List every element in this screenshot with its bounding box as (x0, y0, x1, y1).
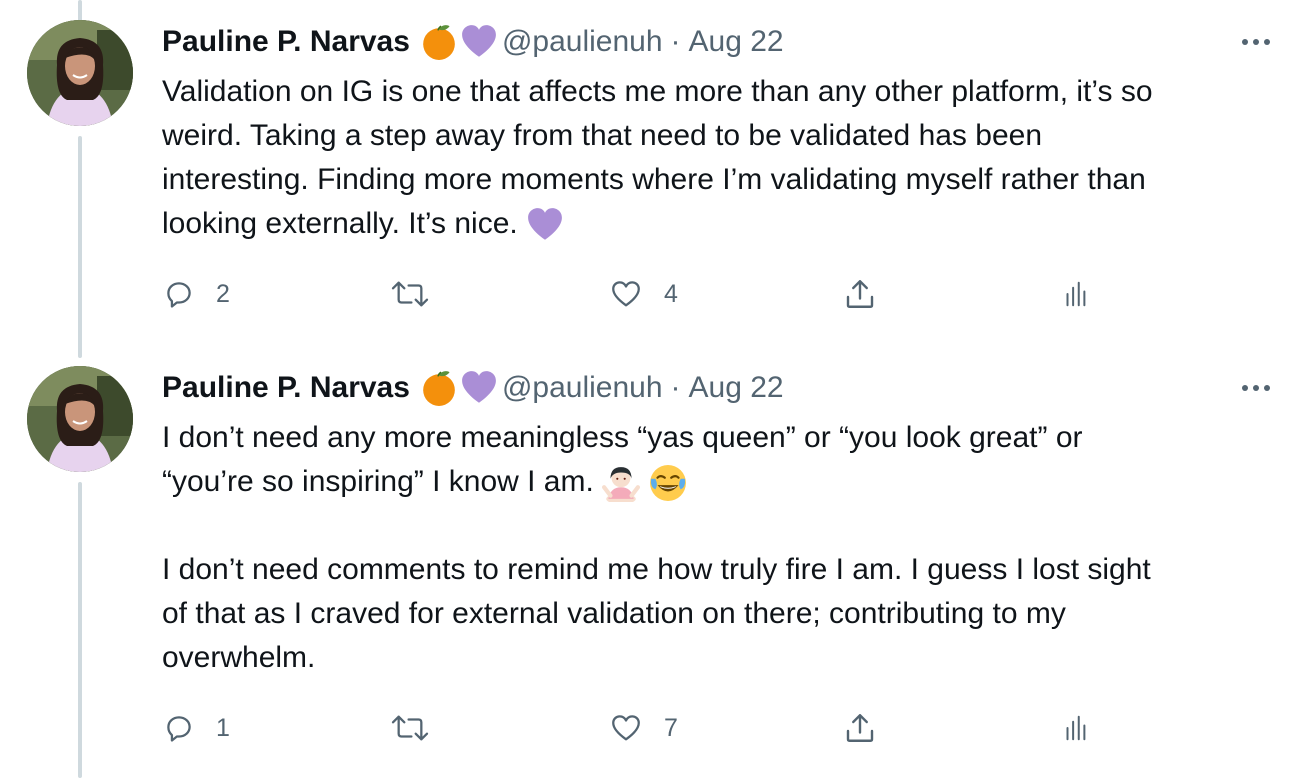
author-handle[interactable]: @paulienuh (502, 25, 663, 59)
purple-heart-emoji (526, 206, 564, 244)
tweet-text-line: interesting. Finding more moments where … (162, 163, 1146, 196)
author-emojis (420, 23, 498, 61)
tweet-date[interactable]: Aug 22 (689, 371, 784, 405)
purple-heart-emoji (460, 23, 498, 61)
tweet-text-line: I don’t need any more meaningless “yas q… (162, 421, 1083, 454)
share-icon (846, 714, 874, 742)
reply-icon (167, 716, 191, 742)
avatar[interactable] (27, 366, 133, 472)
tweet-actions: 2 4 (162, 274, 1262, 314)
woman-shrugging-emoji (602, 464, 640, 502)
purple-heart-emoji (460, 369, 498, 407)
tweet-date[interactable]: Aug 22 (689, 25, 784, 59)
more-icon[interactable] (1242, 368, 1270, 408)
share-button[interactable] (842, 708, 878, 748)
tweet-text-line-content: “you’re so inspiring” I know I am. (162, 465, 594, 498)
author-name[interactable]: Pauline P. Narvas (162, 371, 410, 405)
author-handle[interactable]: @paulienuh (502, 371, 663, 405)
orange-emoji (420, 23, 458, 61)
tweet-text-line: “you’re so inspiring” I know I am. (162, 460, 1282, 504)
avatar[interactable] (27, 20, 133, 126)
author-emojis (420, 369, 498, 407)
tweet-text-line: Validation on IG is one that affects me … (162, 75, 1153, 108)
avatar-photo (27, 20, 133, 126)
tweet-text-line-content: looking externally. It’s nice. (162, 207, 518, 240)
retweet-icon (391, 281, 429, 307)
tweet-thread: Pauline P. Narvas @paulienuh · Aug 22 Va… (0, 0, 1310, 778)
share-button[interactable] (842, 274, 878, 314)
separator-dot: · (670, 371, 681, 404)
separator-dot: · (670, 25, 681, 58)
tweet-header: Pauline P. Narvas @paulienuh · Aug 22 (162, 22, 784, 62)
heart-icon (612, 715, 640, 741)
like-count: 7 (664, 713, 678, 742)
tweet-2[interactable]: Pauline P. Narvas @paulienuh · Aug 22 I … (0, 350, 1310, 778)
heart-icon (612, 281, 640, 307)
analytics-button[interactable] (1060, 708, 1090, 748)
tweet-text-line: overwhelm. (162, 641, 316, 674)
tweet-text-line: of that as I craved for external validat… (162, 597, 1066, 630)
retweet-button[interactable] (388, 274, 452, 314)
tweet-actions: 1 7 (162, 708, 1262, 748)
tweet-text: I don’t need any more meaningless “yas q… (162, 416, 1282, 680)
share-icon (846, 280, 874, 308)
reply-button[interactable]: 1 (162, 708, 230, 748)
retweet-icon (391, 715, 429, 741)
analytics-icon (1066, 715, 1086, 741)
reply-count: 1 (216, 713, 230, 742)
author-name[interactable]: Pauline P. Narvas (162, 25, 410, 59)
tweet-text-line: I don’t need comments to remind me how t… (162, 553, 1151, 586)
tweet-text-line-last: looking externally. It’s nice. (162, 202, 1282, 246)
reply-count: 2 (216, 279, 230, 308)
like-count: 4 (664, 279, 678, 308)
tweet-header: Pauline P. Narvas @paulienuh · Aug 22 (162, 368, 784, 408)
retweet-button[interactable] (388, 708, 452, 748)
tweet-1[interactable]: Pauline P. Narvas @paulienuh · Aug 22 Va… (0, 0, 1310, 350)
like-button[interactable]: 4 (608, 274, 678, 314)
tweet-text: Validation on IG is one that affects me … (162, 70, 1282, 246)
analytics-button[interactable] (1060, 274, 1090, 314)
reply-icon (167, 282, 191, 308)
reply-button[interactable]: 2 (162, 274, 230, 314)
orange-emoji (420, 369, 458, 407)
more-icon[interactable] (1242, 22, 1270, 62)
like-button[interactable]: 7 (608, 708, 678, 748)
analytics-icon (1066, 281, 1086, 307)
avatar-photo (27, 366, 133, 472)
tweet-text-line: weird. Taking a step away from that need… (162, 119, 1043, 152)
tears-of-joy-emoji (649, 464, 687, 502)
